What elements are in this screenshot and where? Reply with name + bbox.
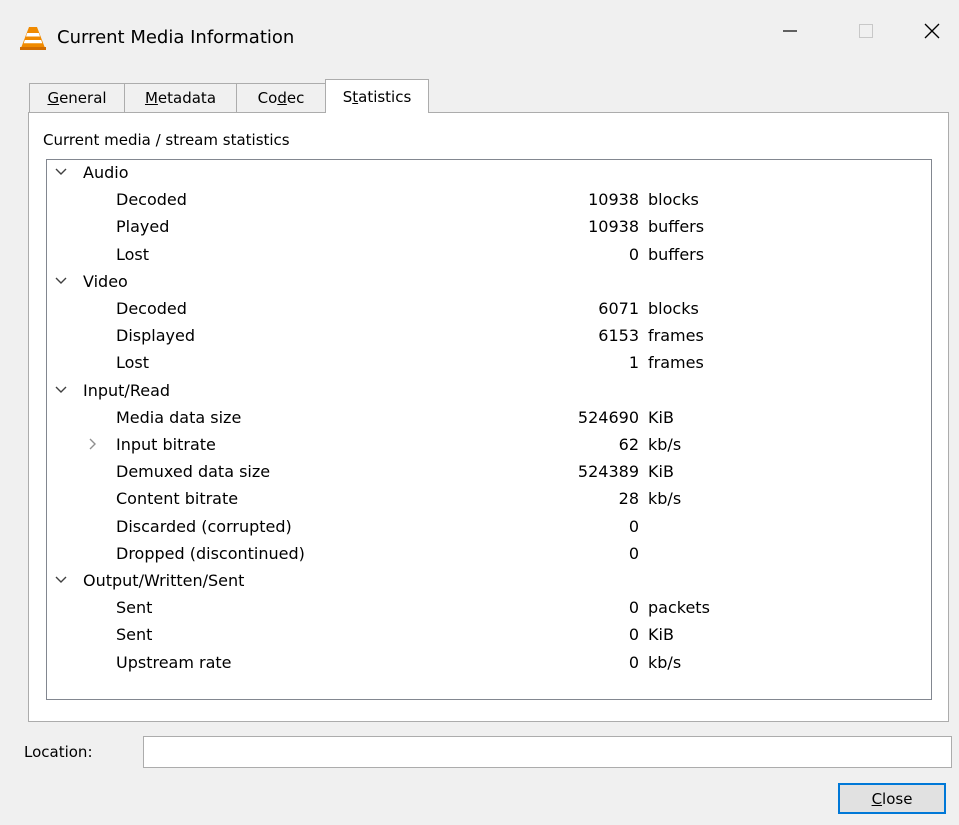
title-bar[interactable]: Current Media Information — [0, 0, 959, 75]
tree-group-row[interactable]: Video — [47, 269, 931, 296]
tree-item-value: 0 — [628, 598, 639, 618]
minimize-icon — [783, 30, 797, 32]
chevron-down-icon[interactable] — [54, 573, 68, 587]
tree-item-unit: kb/s — [648, 652, 682, 672]
tree-item-row[interactable]: Sent 0 KiB — [47, 622, 931, 649]
tree-item-row[interactable]: Lost 0 buffers — [47, 242, 931, 269]
tree-group-label: Video — [83, 271, 128, 291]
tree-item-label: Content bitrate — [116, 489, 239, 509]
tree-group-label: Output/Written/Sent — [83, 571, 245, 590]
tree-item-label: Discarded (corrupted) — [116, 516, 292, 536]
tree-item-label: Decoded — [116, 190, 187, 210]
tree-item-value: 0 — [628, 543, 639, 563]
maximize-button[interactable] — [836, 0, 896, 62]
tree-item-row[interactable]: Lost 1 frames — [47, 350, 931, 377]
tree-item-unit: KiB — [648, 625, 674, 645]
minimize-button[interactable] — [760, 0, 820, 62]
tree-item-value: 10938 — [588, 190, 639, 210]
tree-item-label: Upstream rate — [116, 652, 232, 672]
tree-item-value: 524690 — [577, 407, 639, 427]
tree-item-row[interactable]: Played 10938 buffers — [47, 214, 931, 241]
tree-item-label: Played — [116, 217, 170, 237]
tree-item-label: Lost — [116, 353, 150, 373]
tab-label: Metadata — [144, 89, 217, 107]
tree-item-value: 1 — [628, 353, 639, 373]
close-icon — [924, 23, 939, 39]
tab-metadata[interactable]: Metadata — [124, 83, 237, 112]
close-button[interactable]: Close — [838, 783, 946, 814]
tree-item-unit: frames — [648, 353, 704, 373]
tree-item-unit: buffers — [648, 244, 705, 264]
tree-item-value: 0 — [628, 516, 639, 536]
tree-item-row[interactable]: Input bitrate 62 kb/s — [47, 432, 931, 459]
statistics-tree[interactable]: Audio Decoded 10938 blocks Played 10938 buffer… — [46, 159, 932, 700]
tree-item-value: 6071 — [598, 299, 639, 318]
tree-item-unit: KiB — [648, 407, 674, 427]
tree-item-row[interactable]: Media data size 524690 KiB — [47, 405, 931, 432]
tree-item-value: 10938 — [588, 217, 639, 237]
tree-item-label: Lost — [116, 244, 150, 264]
close-window-button[interactable] — [904, 0, 959, 62]
tree-item-value: 0 — [628, 244, 639, 264]
tree-item-row[interactable]: Content bitrate 28 kb/s — [47, 486, 931, 513]
tree-item-unit: buffers — [648, 217, 705, 237]
tab-codec[interactable]: Codec — [236, 83, 326, 112]
maximize-icon — [859, 24, 873, 38]
window-title: Current Media Information — [57, 27, 295, 48]
tree-item-row[interactable]: Demuxed data size 524389 KiB — [47, 459, 931, 486]
chevron-down-icon[interactable] — [54, 274, 68, 288]
tree-group-row[interactable]: Input/Read — [47, 378, 931, 405]
tree-item-row[interactable]: Upstream rate 0 kb/s — [47, 650, 931, 677]
tree-item-unit: kb/s — [648, 489, 682, 509]
tree-item-value: 62 — [618, 435, 639, 454]
tree-group-label: Input/Read — [83, 380, 171, 400]
vlc-cone-icon — [20, 27, 46, 50]
chevron-down-icon[interactable] — [54, 383, 68, 397]
tree-item-value: 6153 — [598, 326, 639, 346]
tree-item-unit: packets — [648, 598, 710, 618]
tree-item-label: Demuxed data size — [116, 462, 271, 482]
tree-group-row[interactable]: Output/Written/Sent — [47, 568, 931, 595]
tree-item-label: Sent — [116, 598, 153, 618]
tab-label: Codec — [257, 89, 305, 107]
tree-group-row[interactable]: Audio — [47, 160, 931, 187]
location-label: Location: — [24, 743, 93, 761]
tree-group-label: Audio — [83, 163, 129, 182]
tree-item-label: Displayed — [116, 326, 195, 346]
tree-item-value: 28 — [618, 489, 639, 509]
tree-item-row[interactable]: Decoded 6071 blocks — [47, 296, 931, 323]
tree-item-row[interactable]: Displayed 6153 frames — [47, 323, 931, 350]
tree-item-row[interactable]: Sent 0 packets — [47, 595, 931, 622]
chevron-right-icon[interactable] — [85, 437, 99, 451]
tab-general[interactable]: General — [29, 83, 125, 112]
location-input[interactable] — [143, 736, 952, 768]
tree-item-row[interactable]: Dropped (discontinued) 0 — [47, 541, 931, 568]
tree-item-row[interactable]: Discarded (corrupted) 0 — [47, 514, 931, 541]
tree-item-label: Media data size — [116, 407, 242, 427]
tree-item-value: 0 — [628, 625, 639, 645]
tab-label: Statistics — [342, 87, 412, 106]
statistics-panel: Current media / stream statistics Audio D… — [28, 112, 949, 722]
panel-heading: Current media / stream statistics — [43, 131, 290, 149]
tree-item-row[interactable]: Decoded 10938 blocks — [47, 187, 931, 214]
tree-item-value: 0 — [628, 652, 639, 672]
close-button-label: Close — [871, 789, 913, 808]
tree-item-unit: kb/s — [648, 435, 682, 454]
tree-item-unit: frames — [648, 326, 704, 346]
tree-item-label: Input bitrate — [116, 435, 216, 454]
tree-item-unit: KiB — [648, 462, 674, 482]
chevron-down-icon[interactable] — [54, 165, 68, 179]
tree-item-label: Dropped (discontinued) — [116, 543, 305, 563]
tree-item-unit: blocks — [648, 299, 699, 318]
tree-item-unit: blocks — [648, 190, 699, 210]
tree-item-label: Decoded — [116, 299, 187, 318]
tree-item-value: 524389 — [577, 462, 639, 482]
tab-label: General — [47, 89, 107, 107]
tab-statistics[interactable]: Statistics — [325, 79, 429, 113]
tree-item-label: Sent — [116, 625, 153, 645]
